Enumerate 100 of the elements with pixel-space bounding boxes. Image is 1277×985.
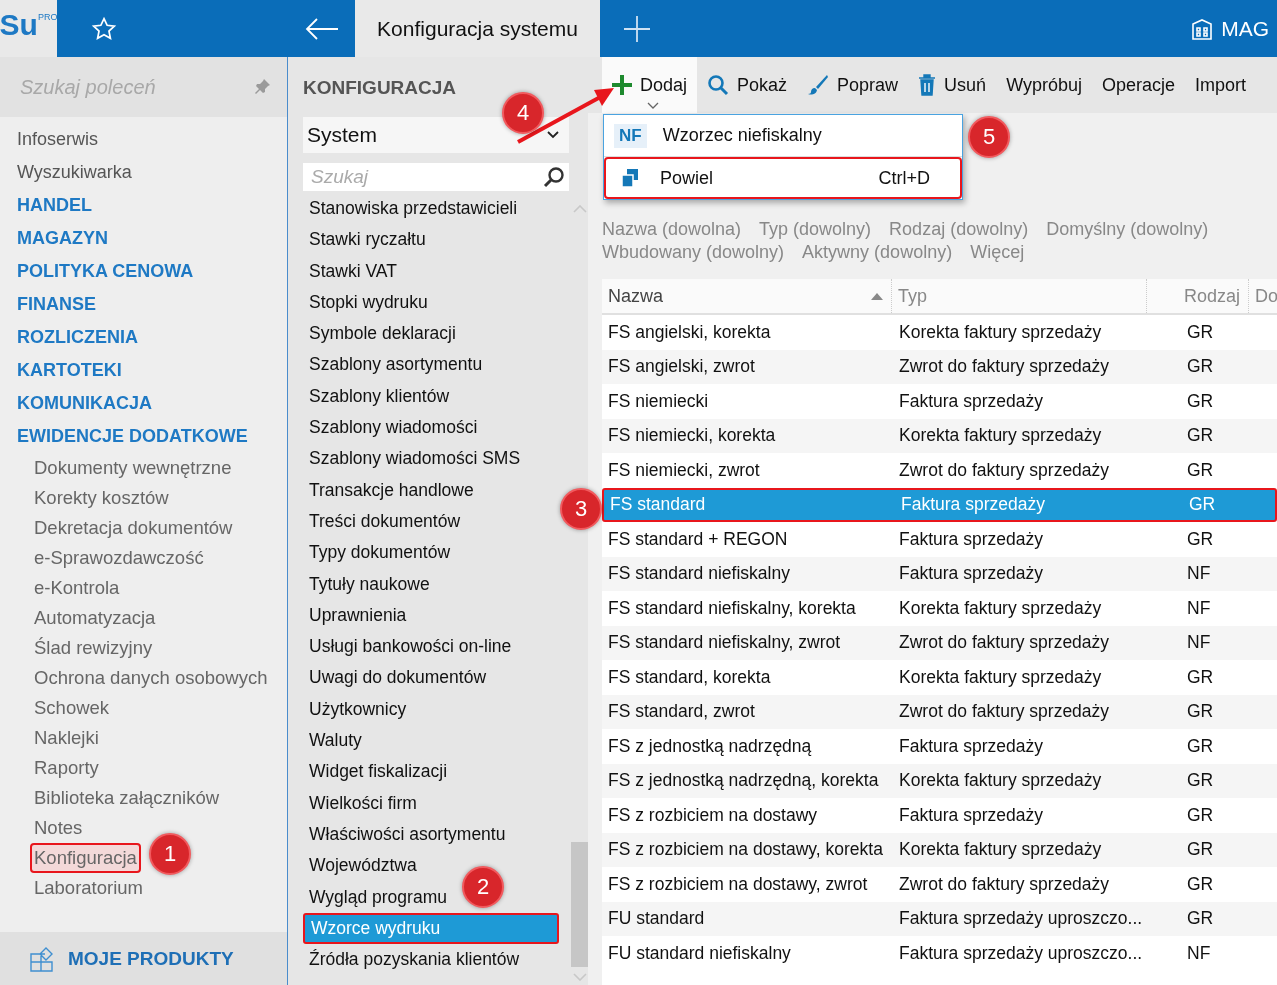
config-list-item[interactable]: Użytkownicy [303, 693, 411, 726]
table-cell-text: Korekta faktury sprzedaży [898, 425, 1103, 447]
config-list-item[interactable]: Szablony asortymentu [303, 349, 487, 381]
table-row[interactable]: FS z jednostką nadrzędną Faktura sprzedaży GR [602, 729, 1277, 764]
table-row[interactable]: FS z rozbiciem na dostawy, korekta Korekta faktury sprzedaży GR [602, 832, 1277, 867]
table-row[interactable]: FS angielski, zwrot Zwrot do faktury sprzedaży GR [602, 349, 1277, 384]
sidebar-subitem[interactable]: Raporty [32, 753, 101, 783]
menu-item[interactable]: Powiel Ctrl+D [604, 157, 962, 199]
table-row[interactable]: FS standard, korekta Korekta faktury sprzedaży GR [602, 660, 1277, 695]
sidebar-item[interactable]: Infoserwis [0, 123, 287, 156]
config-list-item[interactable]: Województwa [303, 850, 421, 882]
config-list-item[interactable]: Szablony wiadomości [303, 412, 482, 444]
table-cell-text: FS niemiecki [607, 390, 710, 412]
sidebar-subitem[interactable]: Ślad rewizyjny [32, 633, 155, 663]
table-row[interactable]: FU standard niefiskalny Faktura sprzedaży uproszczo... NF [602, 936, 1277, 971]
config-list-item[interactable]: Stawki ryczałtu [303, 224, 430, 256]
sidebar-item[interactable]: Wyszukiwarka [0, 156, 287, 189]
sidebar-subitem[interactable]: Dekretacja dokumentów [32, 513, 235, 543]
search-icon[interactable] [543, 166, 565, 188]
pin-icon[interactable] [253, 78, 271, 96]
table-row[interactable]: FS standard niefiskalny, korekta Korekta faktury sprzedaży NF [602, 591, 1277, 626]
table-row[interactable]: FS standard, zwrot Zwrot do faktury sprzedaży GR [602, 694, 1277, 729]
config-list-item[interactable]: Uprawnienia [303, 599, 411, 632]
company-name[interactable]: MAG [1221, 16, 1269, 41]
table-row[interactable]: FS niemiecki, zwrot Zwrot do faktury sprzedaży GR [602, 453, 1277, 488]
config-list-item[interactable]: Typy dokumentów [303, 537, 455, 569]
config-list-item[interactable]: Stawki VAT [303, 255, 401, 287]
sidebar-subitem[interactable]: Automatyzacja [32, 603, 158, 633]
sidebar-subitem[interactable]: Konfiguracja [30, 843, 141, 873]
table-cell-text: FS standard niefiskalny, zwrot [607, 632, 842, 654]
plus-icon[interactable] [624, 15, 650, 42]
config-list-item[interactable]: Uwagi do dokumentów [303, 662, 491, 694]
column-header[interactable]: Nazwa [602, 279, 892, 313]
sidebar-item[interactable]: MAGAZYN [0, 222, 287, 255]
scrollbar-thumb[interactable] [571, 842, 588, 967]
back-arrow-icon[interactable] [305, 17, 339, 40]
table-row[interactable]: FS standard niefiskalny Faktura sprzedaży NF [602, 556, 1277, 591]
config-list-item[interactable]: Transakcje handlowe [303, 474, 478, 506]
config-list-item[interactable]: Usługi bankowości on-line [303, 631, 516, 663]
window-tab[interactable]: Konfiguracja systemu [355, 0, 600, 57]
table-cell-text: GR [1186, 804, 1215, 826]
config-list-item[interactable]: Wygląd programu [303, 881, 451, 913]
search-icon [707, 74, 730, 96]
menu-item[interactable]: NF Wzorzec niefiskalny [604, 115, 962, 157]
config-list-item[interactable]: Źródła pozyskania klientów [303, 944, 524, 976]
toolbar-button[interactable]: Import [1185, 57, 1257, 113]
panel-heading: KONFIGURACJA [303, 76, 457, 100]
sidebar-subitem[interactable]: Notes [32, 813, 85, 843]
sidebar-subitem[interactable]: Korekty kosztów [32, 483, 171, 513]
table-row[interactable]: FS z rozbiciem na dostawy Faktura sprzedaży GR [602, 798, 1277, 833]
sidebar-subitem[interactable]: e-Kontrola [32, 573, 122, 603]
config-list-item[interactable]: Szablony klientów [303, 380, 454, 413]
config-list-item[interactable]: Widget fiskalizacji [303, 756, 452, 788]
my-products-button[interactable]: MOJE PRODUKTY [0, 932, 287, 985]
sidebar-item[interactable]: HANDEL [0, 189, 287, 222]
toolbar-button[interactable]: Operacje [1092, 57, 1186, 113]
toolbar-button[interactable]: Popraw [797, 57, 909, 113]
config-list-item[interactable]: Właściwości asortymentu [303, 818, 510, 851]
toolbar-button[interactable]: Pokaż [697, 57, 798, 113]
table-row[interactable]: FS standard + REGON Faktura sprzedaży GR [602, 522, 1277, 557]
sidebar-subitem[interactable]: e-Sprawozdawczość [32, 543, 206, 573]
sort-up-icon [871, 292, 883, 300]
config-list-item[interactable]: Treści dokumentów [303, 505, 465, 538]
config-list-item[interactable]: Szablony wiadomości SMS [303, 443, 525, 475]
sidebar-subitem[interactable]: Laboratorium [32, 873, 145, 903]
config-list-item[interactable]: Tytuły naukowe [303, 568, 434, 600]
sidebar-subitem[interactable]: Naklejki [32, 723, 101, 753]
table-row[interactable]: FU standard Faktura sprzedaży uproszczo... GR [602, 901, 1277, 936]
table-cell-text: GR [1186, 770, 1215, 792]
command-search-field[interactable]: Szukaj poleceń [18, 66, 253, 108]
sidebar-subitem[interactable]: Biblioteka załączników [32, 783, 222, 813]
config-list-item[interactable]: Stopki wydruku [303, 286, 432, 319]
table-row[interactable]: FS z rozbiciem na dostawy, zwrot Zwrot do faktury sprzedaży GR [602, 867, 1277, 902]
command-search-bar[interactable]: Szukaj poleceń [0, 57, 287, 117]
sidebar-subitem[interactable]: Ochrona danych osobowych [32, 663, 270, 693]
sidebar-item[interactable]: KARTOTEKI [0, 354, 287, 387]
sidebar-item[interactable]: KOMUNIKACJA [0, 387, 287, 420]
star-icon[interactable] [91, 15, 117, 42]
table-cell-text: GR [1186, 701, 1215, 723]
table-row[interactable]: FS angielski, korekta Korekta faktury sprzedaży GR [602, 315, 1277, 350]
sidebar-item[interactable]: ROZLICZENIA [0, 321, 287, 354]
table-row[interactable]: FS niemiecki, korekta Korekta faktury sprzedaży GR [602, 418, 1277, 453]
toolbar-button[interactable]: Usuń [908, 57, 997, 113]
table-row[interactable]: FS z jednostką nadrzędną, korekta Korekta faktury sprzedaży GR [602, 763, 1277, 798]
config-list-item[interactable]: Waluty [303, 725, 366, 757]
config-list-item[interactable]: Symbole deklaracji [303, 318, 460, 350]
toolbar-button[interactable]: Wypróbuj [996, 57, 1092, 113]
sidebar-subitem[interactable]: Schowek [32, 693, 112, 723]
sidebar-item[interactable]: EWIDENCJE DODATKOWE [0, 420, 287, 453]
table-row[interactable]: FS standard niefiskalny, zwrot Zwrot do faktury sprzedaży NF [602, 625, 1277, 660]
sidebar-item[interactable]: FINANSE [0, 288, 287, 321]
table-cell-text: Zwrot do faktury sprzedaży [898, 459, 1111, 481]
table-cell-text: FS standard + REGON [607, 528, 789, 550]
config-list-item[interactable]: Stanowiska przedstawicieli [303, 193, 522, 225]
config-list-item[interactable]: Wielkości firm [303, 787, 421, 819]
table-row[interactable]: FS niemiecki Faktura sprzedaży GR [602, 384, 1277, 419]
nf-badge: NF [614, 123, 647, 148]
sidebar-subitem[interactable]: Dokumenty wewnętrzne [32, 453, 234, 483]
sidebar-item[interactable]: POLITYKA CENOWA [0, 255, 287, 288]
toolbar-button[interactable]: Dodaj [602, 57, 698, 113]
